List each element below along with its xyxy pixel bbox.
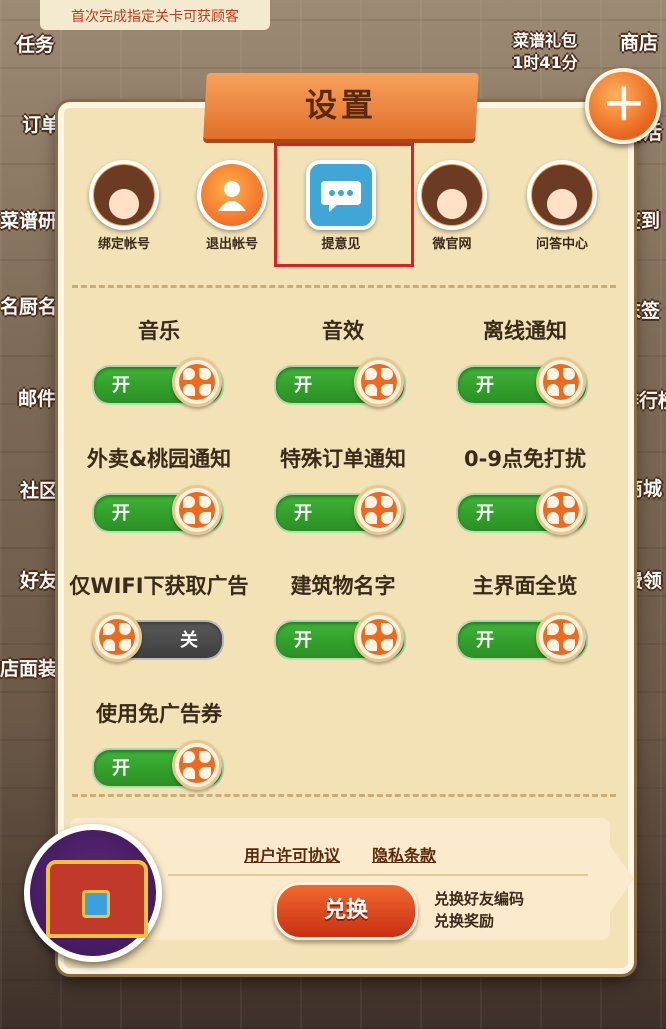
toggle-state: 开	[476, 630, 494, 651]
toggle-knob-icon	[354, 612, 404, 662]
setting-label: 主界面全览	[472, 574, 578, 598]
setting-label: 音乐	[138, 319, 180, 343]
treasure-chest-icon	[24, 824, 162, 962]
setting-toggle[interactable]: 开	[274, 485, 406, 535]
toggle-state: 开	[112, 758, 130, 779]
side-item-community[interactable]: 社区	[20, 476, 58, 503]
setting-toggle[interactable]: 开	[456, 612, 588, 662]
side-item-chef[interactable]: 名厨名	[0, 292, 57, 319]
toggle-knob-icon	[92, 612, 142, 662]
divider	[72, 285, 616, 288]
side-item-mail[interactable]: 邮件	[18, 384, 56, 411]
setting-toggle[interactable]: 开	[274, 612, 406, 662]
toggle-state: 开	[294, 375, 312, 396]
close-icon: ✕	[590, 71, 656, 137]
avatar-icon	[527, 160, 597, 230]
toggle-knob-icon	[172, 485, 222, 535]
toggle-knob-icon	[354, 357, 404, 407]
setting-toggle[interactable]: 关	[92, 612, 224, 662]
side-item-recipe[interactable]: 菜谱研	[0, 206, 57, 233]
redeem-desc-line2: 兑换奖励	[434, 912, 495, 930]
close-button[interactable]: ✕	[585, 68, 661, 144]
toggle-state: 开	[112, 375, 130, 396]
side-item-decor[interactable]: 店面装	[0, 654, 57, 681]
toggle-knob-icon	[172, 357, 222, 407]
side-item-orders[interactable]: 订单	[22, 110, 60, 137]
setting-label: 离线通知	[483, 319, 567, 343]
micro-site-label: 微官网	[432, 237, 472, 252]
side-item-task[interactable]: 任务	[16, 30, 54, 57]
setting-label: 使用免广告券	[96, 702, 222, 726]
user-icon	[197, 160, 267, 230]
setting-toggle[interactable]: 开	[92, 485, 224, 535]
recipe-gift[interactable]: 菜谱礼包 1时41分	[505, 30, 585, 74]
setting-toggle[interactable]: 开	[456, 485, 588, 535]
help-center-label: 问答中心	[535, 237, 588, 252]
bind-account-button[interactable]: 绑定帐号	[70, 160, 178, 252]
side-item-friends[interactable]: 好友	[20, 566, 58, 593]
avatar-icon	[89, 160, 159, 230]
setting-toggle[interactable]: 开	[456, 357, 588, 407]
toggle-state: 开	[476, 375, 494, 396]
avatar-icon	[417, 160, 487, 230]
toggle-state: 开	[294, 630, 312, 651]
redeem-button[interactable]: 兑换	[274, 882, 418, 940]
recipe-gift-label: 菜谱礼包	[512, 31, 577, 50]
side-item-shop[interactable]: 商店	[620, 28, 658, 55]
separator-line	[168, 874, 588, 876]
toggle-knob-icon	[536, 485, 586, 535]
setting-label: 建筑物名字	[290, 574, 396, 598]
toggle-knob-icon	[536, 612, 586, 662]
setting-toggle[interactable]: 开	[274, 357, 406, 407]
setting-label: 仅WIFI下获取广告	[69, 574, 249, 598]
toggle-knob-icon	[354, 485, 404, 535]
dialog-title: 设置	[304, 86, 377, 124]
bind-account-label: 绑定帐号	[97, 237, 150, 252]
help-center-button[interactable]: 问答中心	[508, 160, 616, 252]
highlight-box	[274, 143, 414, 267]
license-link[interactable]: 用户许可协议	[244, 842, 340, 866]
divider	[72, 794, 616, 797]
logout-button[interactable]: 退出帐号	[178, 160, 286, 252]
bottom-arrow	[590, 818, 634, 940]
setting-toggle[interactable]: 开	[92, 740, 224, 790]
redeem-description: 兑换好友编码 兑换奖励	[434, 888, 524, 932]
toggle-state: 开	[476, 503, 494, 524]
recipe-gift-timer: 1时41分	[512, 53, 578, 72]
toggle-state: 开	[112, 503, 130, 524]
top-banner: 首次完成指定关卡可获顾客	[40, 0, 270, 30]
toggle-state: 关	[180, 630, 198, 651]
privacy-link[interactable]: 隐私条款	[372, 842, 436, 866]
redeem-desc-line1: 兑换好友编码	[434, 890, 525, 908]
toggle-knob-icon	[536, 357, 586, 407]
micro-site-button[interactable]: 微官网	[398, 160, 506, 252]
setting-label: 特殊订单通知	[280, 447, 406, 471]
toggle-knob-icon	[172, 740, 222, 790]
toggle-state: 开	[294, 503, 312, 524]
setting-label: 外卖&桃园通知	[86, 447, 232, 471]
setting-label: 音效	[322, 319, 364, 343]
logout-label: 退出帐号	[205, 237, 258, 252]
setting-label: 0-9点免打扰	[464, 447, 586, 471]
setting-toggle[interactable]: 开	[92, 357, 224, 407]
